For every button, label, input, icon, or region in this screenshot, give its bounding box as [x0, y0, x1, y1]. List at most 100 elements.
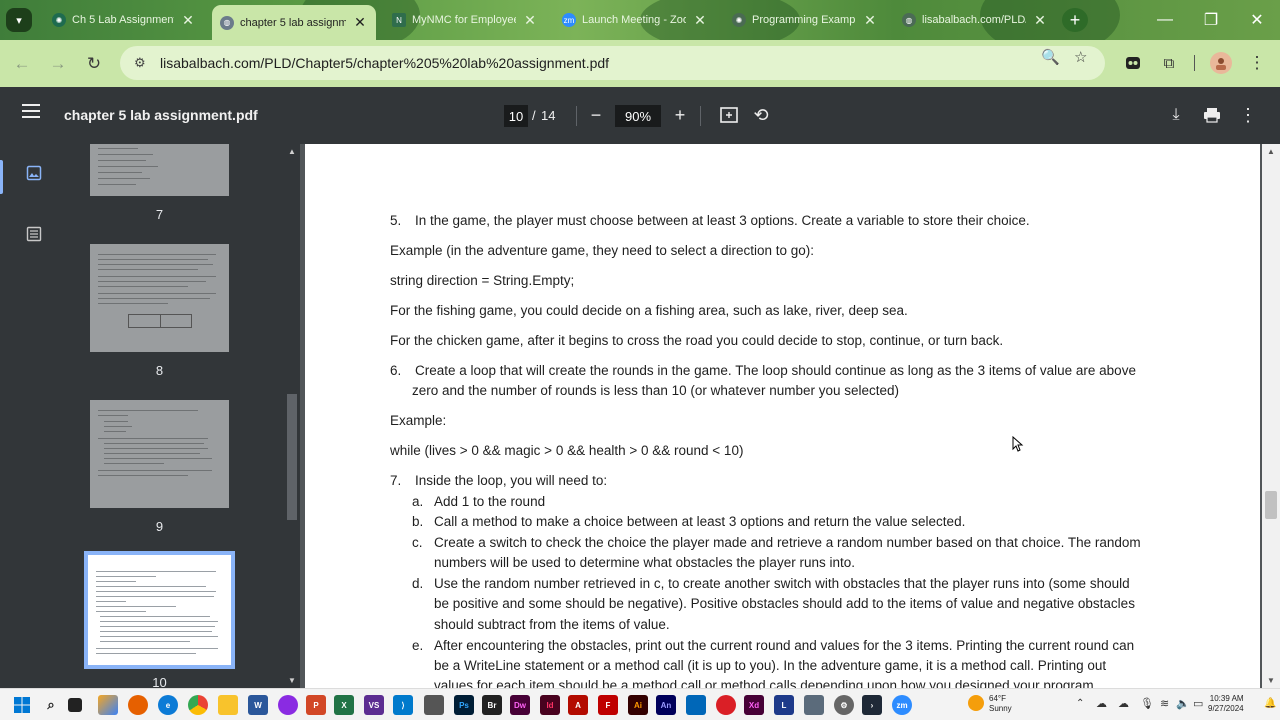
sidebar-menu-icon[interactable]	[22, 104, 40, 118]
document-scrollbar[interactable]: ▲ ▼	[1262, 144, 1280, 688]
vscode-icon[interactable]: ⟩	[393, 695, 413, 715]
indesign-icon[interactable]: Id	[540, 695, 560, 715]
sidebar-scroll-thumb[interactable]	[287, 394, 297, 520]
restore-button[interactable]: ❐	[1188, 0, 1234, 40]
download-icon[interactable]: ⤓	[1166, 103, 1186, 127]
photos-icon[interactable]	[98, 695, 118, 715]
notifications-icon[interactable]: 🔔	[1264, 698, 1276, 709]
back-button[interactable]: ←	[8, 50, 36, 78]
tab-programming-example[interactable]: ✺ Programming Example 1 Su ✕	[724, 6, 886, 34]
page-thumbnail-8[interactable]	[90, 244, 229, 352]
show-hidden-icons-icon[interactable]: ⌃	[1076, 698, 1084, 709]
excel-icon[interactable]: X	[334, 695, 354, 715]
tab-search-button[interactable]: ▾	[6, 8, 32, 32]
fit-page-icon[interactable]	[718, 103, 740, 127]
close-icon[interactable]: ✕	[1032, 12, 1048, 29]
tab-lisabalbach[interactable]: ◍ lisabalbach.com/PLD/Chapt ✕	[894, 6, 1056, 34]
chrome-icon[interactable]	[188, 695, 208, 715]
creative-cloud-icon[interactable]	[716, 695, 736, 715]
task-view-icon[interactable]	[68, 698, 82, 712]
clock[interactable]: 10:39 AM 9/27/2024	[1208, 694, 1244, 714]
browser-menu-icon[interactable]: ⋮	[1246, 52, 1268, 74]
zoom-icon-magnifier[interactable]: 🔍	[1041, 48, 1060, 66]
scroll-down-icon[interactable]: ▼	[1267, 676, 1275, 685]
forward-button[interactable]: →	[44, 50, 72, 78]
podcasts-icon[interactable]	[278, 695, 298, 715]
microphone-icon[interactable]: 🎙	[1140, 697, 1154, 710]
illustrator-icon[interactable]: Ai	[628, 695, 648, 715]
firefox-icon[interactable]	[128, 695, 148, 715]
reload-button[interactable]: ↻	[80, 50, 108, 78]
onedrive-icon[interactable]: ☁	[1096, 697, 1107, 710]
close-icon[interactable]: ✕	[180, 12, 196, 29]
scroll-up-icon[interactable]: ▲	[1267, 147, 1275, 156]
tab-pdf-active[interactable]: ◍ chapter 5 lab assignment.pdf ✕	[212, 5, 376, 40]
extension-icon[interactable]	[1122, 52, 1144, 74]
onedrive-icon[interactable]: ☁	[1118, 697, 1129, 710]
sublist-label: a.	[412, 494, 424, 509]
snipping-icon[interactable]	[804, 695, 824, 715]
lightroom-icon[interactable]: L	[774, 695, 794, 715]
close-window-button[interactable]: ✕	[1234, 0, 1280, 40]
xd-icon[interactable]: Xd	[744, 695, 764, 715]
extensions-puzzle-icon[interactable]: ⧉	[1158, 52, 1180, 74]
dreamweaver-icon[interactable]: Dw	[510, 695, 530, 715]
address-bar[interactable]: ⚙ lisabalbach.com/PLD/Chapter5/chapter%2…	[120, 46, 1105, 80]
visual-studio-icon[interactable]: VS	[364, 695, 384, 715]
acrobat-icon[interactable]: A	[568, 695, 588, 715]
settings-icon[interactable]: ⚙	[834, 695, 854, 715]
minimize-button[interactable]: —	[1142, 0, 1188, 40]
profile-avatar[interactable]	[1210, 52, 1232, 74]
zoom-out-icon[interactable]: −	[586, 103, 606, 127]
new-tab-button[interactable]: +	[1062, 8, 1088, 32]
tab-title: Launch Meeting - Zoom	[582, 14, 686, 26]
word-icon[interactable]: W	[248, 695, 268, 715]
volume-icon[interactable]: 🔈	[1176, 697, 1190, 710]
edge-dev-icon[interactable]	[686, 695, 706, 715]
battery-icon[interactable]: ▭	[1193, 697, 1203, 710]
davinci-icon[interactable]: Br	[482, 695, 502, 715]
page-number-input[interactable]: 10	[504, 105, 528, 127]
sublist-label: d.	[412, 576, 424, 591]
zoom-level-input[interactable]: 90%	[615, 105, 661, 127]
document-scroll-thumb[interactable]	[1265, 491, 1277, 519]
tab-mynmc[interactable]: N MyNMC for Employees - Ho ✕	[384, 6, 546, 34]
print-icon[interactable]	[1201, 103, 1223, 127]
powerpoint-icon[interactable]: P	[306, 695, 326, 715]
list-number: 6.	[390, 363, 402, 378]
weather-sun-icon[interactable]	[968, 695, 984, 711]
close-icon[interactable]: ✕	[352, 14, 368, 31]
windows-start-icon[interactable]	[12, 695, 32, 715]
search-icon[interactable]: ⌕	[41, 695, 61, 715]
site-settings-icon[interactable]: ⚙	[134, 55, 152, 71]
wifi-icon[interactable]: ≋	[1160, 697, 1169, 710]
close-icon[interactable]: ✕	[862, 12, 878, 29]
close-icon[interactable]: ✕	[692, 12, 708, 29]
thumbnails-icon[interactable]	[22, 161, 46, 185]
photoshop-icon[interactable]: Ps	[454, 695, 474, 715]
tab-ch5-lab[interactable]: ✺ Ch 5 Lab Assignment ✕	[44, 6, 204, 34]
terminal-icon[interactable]: ›	[862, 695, 882, 715]
filezilla-icon[interactable]: F	[598, 695, 618, 715]
file-explorer-icon[interactable]	[218, 695, 238, 715]
edge-icon[interactable]: e	[158, 695, 178, 715]
sidebar-scrollbar[interactable]: ▲ ▼	[284, 144, 300, 688]
close-icon[interactable]: ✕	[522, 12, 538, 29]
animate-icon[interactable]: An	[656, 695, 676, 715]
more-options-icon[interactable]: ⋮	[1238, 103, 1258, 127]
rotate-icon[interactable]: ⟲	[750, 103, 772, 127]
page-thumbnail-7[interactable]	[90, 144, 229, 196]
notepad-icon[interactable]	[424, 695, 444, 715]
list-number: 7.	[390, 473, 402, 488]
page-thumbnail-9[interactable]	[90, 400, 229, 508]
scroll-down-icon[interactable]: ▼	[288, 676, 296, 685]
zoom-icon[interactable]: zm	[892, 695, 912, 715]
outline-icon[interactable]	[22, 222, 46, 246]
page-thumbnail-10[interactable]	[84, 551, 235, 669]
bookmark-star-icon[interactable]: ☆	[1074, 48, 1087, 66]
zoom-in-icon[interactable]: +	[670, 103, 690, 127]
tab-zoom[interactable]: zm Launch Meeting - Zoom ✕	[554, 6, 716, 34]
weather-widget[interactable]: 64°F Sunny	[989, 694, 1012, 714]
globe-icon: ◍	[902, 13, 916, 27]
scroll-up-icon[interactable]: ▲	[288, 147, 296, 156]
